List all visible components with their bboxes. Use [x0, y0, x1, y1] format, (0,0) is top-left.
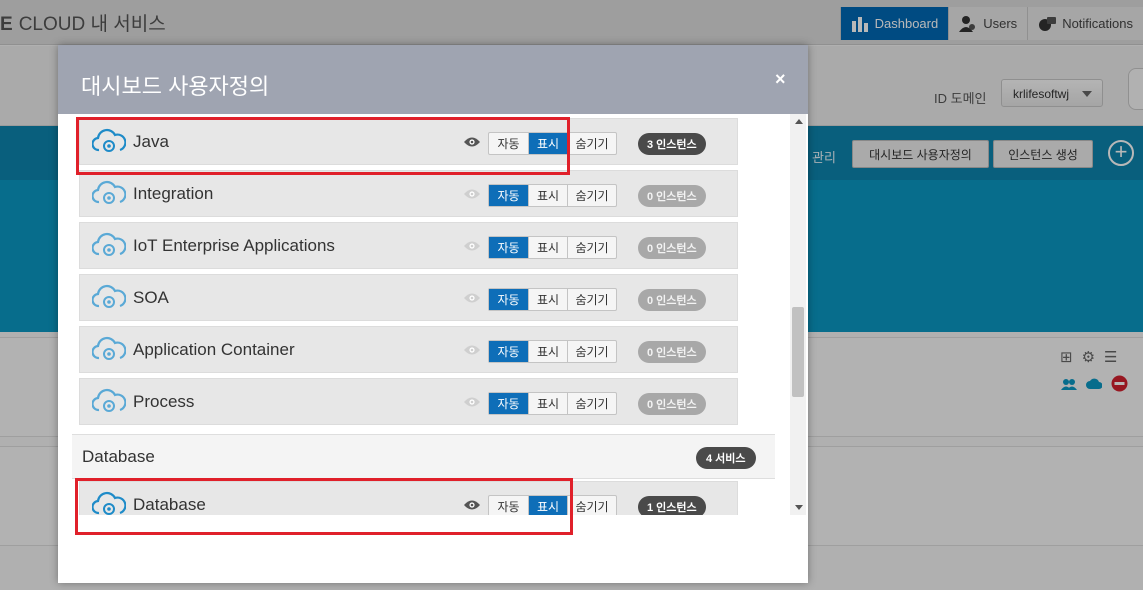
- hide-option[interactable]: 숨기기: [567, 393, 616, 414]
- hide-option[interactable]: 숨기기: [567, 289, 616, 310]
- close-icon[interactable]: ×: [775, 69, 786, 90]
- scroll-down-icon[interactable]: [795, 505, 803, 510]
- auto-option[interactable]: 자동: [489, 393, 528, 414]
- visibility-toggle: 자동 표시 숨기기: [488, 236, 617, 259]
- service-row: Integration 자동 표시 숨기기 0 인스턴스: [79, 170, 738, 217]
- show-option[interactable]: 표시: [528, 289, 567, 310]
- instance-count-badge: 0 인스턴스: [638, 237, 706, 259]
- eye-icon[interactable]: [463, 396, 481, 408]
- eye-icon[interactable]: [463, 240, 481, 252]
- instance-count-badge: 0 인스턴스: [638, 185, 706, 207]
- show-option[interactable]: 표시: [528, 393, 567, 414]
- section-title: Database: [82, 447, 155, 466]
- show-option[interactable]: 표시: [528, 185, 567, 206]
- show-option[interactable]: 표시: [528, 341, 567, 362]
- hide-option[interactable]: 숨기기: [567, 133, 616, 154]
- instance-count-badge: 0 인스턴스: [638, 289, 706, 311]
- service-row: IoT Enterprise Applications 자동 표시 숨기기 0 인스턴스: [79, 222, 738, 269]
- instance-count-badge: 1 인스턴스: [638, 496, 706, 515]
- service-name: Integration: [133, 184, 214, 203]
- visibility-toggle: 자동 표시 숨기기: [488, 340, 617, 363]
- modal-header: 대시보드 사용자정의 ×: [58, 45, 808, 114]
- auto-option[interactable]: 자동: [489, 341, 528, 362]
- hide-option[interactable]: 숨기기: [567, 185, 616, 206]
- modal-title: 대시보드 사용자정의: [81, 74, 270, 99]
- service-name: Application Container: [133, 340, 295, 359]
- auto-option[interactable]: 자동: [489, 185, 528, 206]
- show-option[interactable]: 표시: [528, 237, 567, 258]
- service-name: SOA: [133, 288, 169, 307]
- instance-count-badge: 0 인스턴스: [638, 393, 706, 415]
- cloud-service-icon: [92, 180, 126, 204]
- service-row: Application Container 자동 표시 숨기기 0 인스턴스: [79, 326, 738, 373]
- visibility-toggle: 자동 표시 숨기기: [488, 392, 617, 415]
- instance-count-badge: 0 인스턴스: [638, 341, 706, 363]
- service-row: SOA 자동 표시 숨기기 0 인스턴스: [79, 274, 738, 321]
- scroll-thumb[interactable]: [792, 307, 804, 397]
- cloud-service-icon: [92, 284, 126, 308]
- service-name: Process: [133, 392, 195, 411]
- section-count-badge: 4 서비스: [696, 447, 756, 469]
- section-header: Database 4 서비스: [72, 434, 775, 479]
- visibility-toggle: 자동 표시 숨기기: [488, 184, 617, 207]
- hide-option[interactable]: 숨기기: [567, 496, 616, 515]
- eye-icon[interactable]: [463, 344, 481, 356]
- cloud-service-icon: [92, 388, 126, 412]
- service-name: IoT Enterprise Applications: [133, 236, 335, 255]
- service-row: Process 자동 표시 숨기기 0 인스턴스: [79, 378, 738, 425]
- eye-icon[interactable]: [463, 292, 481, 304]
- visibility-toggle: 자동 표시 숨기기: [488, 288, 617, 311]
- cloud-service-icon: [92, 232, 126, 256]
- hide-option[interactable]: 숨기기: [567, 237, 616, 258]
- hide-option[interactable]: 숨기기: [567, 341, 616, 362]
- highlight-box: [75, 478, 573, 535]
- scroll-up-icon[interactable]: [795, 119, 803, 124]
- auto-option[interactable]: 자동: [489, 289, 528, 310]
- eye-icon[interactable]: [463, 188, 481, 200]
- cloud-service-icon: [92, 336, 126, 360]
- highlight-box: [76, 117, 570, 175]
- scrollbar[interactable]: [790, 114, 806, 515]
- instance-count-badge: 3 인스턴스: [638, 133, 706, 155]
- auto-option[interactable]: 자동: [489, 237, 528, 258]
